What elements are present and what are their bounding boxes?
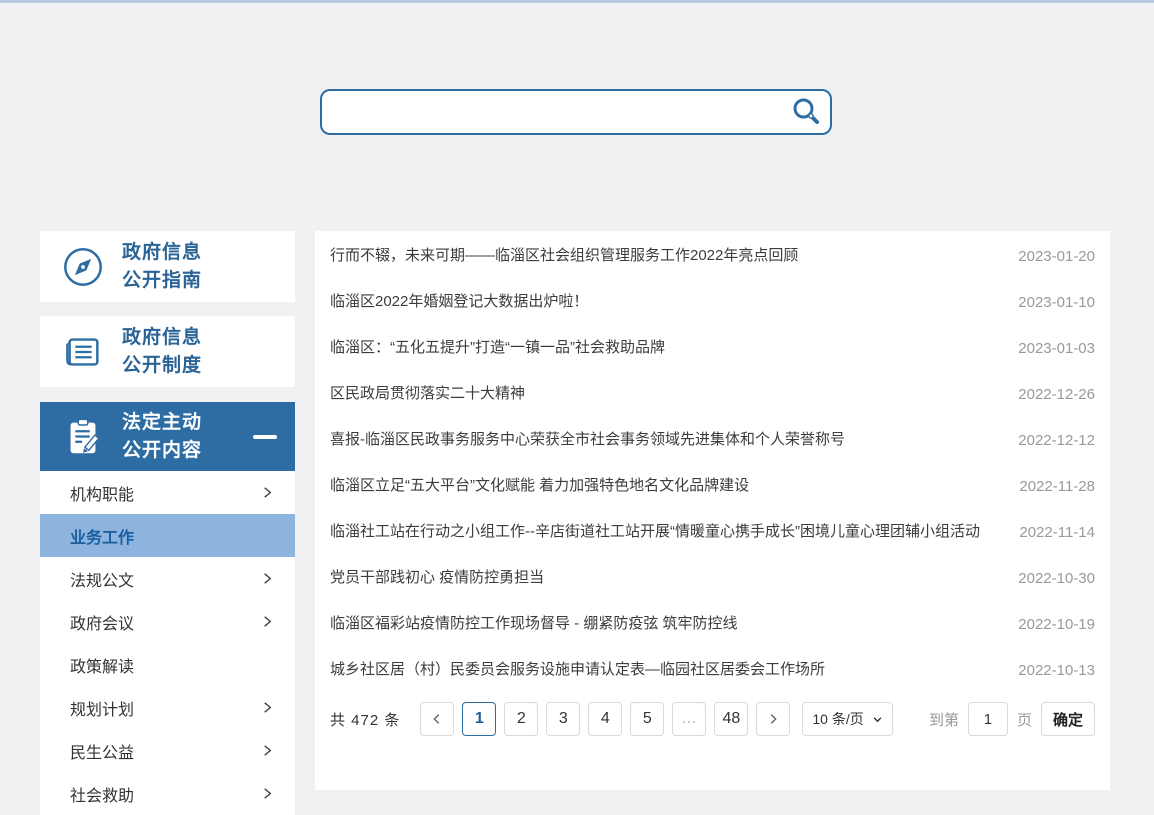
chevron-right-icon [260, 614, 275, 629]
article-row[interactable]: 临淄区福彩站疫情防控工作现场督导 - 绷紧防疫弦 筑牢防控线 2022-10-1… [330, 601, 1095, 647]
article-title[interactable]: 城乡社区居（村）民委员会服务设施申请认定表—临园社区居委会工作场所 [330, 647, 1003, 693]
page-size-select[interactable]: 10 条/页 [802, 702, 893, 736]
article-row[interactable]: 城乡社区居（村）民委员会服务设施申请认定表—临园社区居委会工作场所 2022-1… [330, 647, 1095, 693]
confirm-button[interactable]: 确定 [1040, 702, 1095, 736]
submenu-label: 规划计划 [70, 701, 135, 719]
article-title[interactable]: 临淄社工站在行动之小组工作--辛店街道社工站开展“情暖童心携手成长”困境儿童心理… [330, 509, 1003, 555]
search-button[interactable] [789, 95, 823, 129]
goto-page-label: 到第 [928, 711, 959, 729]
article-row[interactable]: 临淄区2022年婚姻登记大数据出炉啦！ 2023-01-10 [330, 279, 1095, 325]
sidebar-item-statutory-disclosure[interactable]: 法定主动 公开内容 [40, 402, 295, 471]
magnifier-icon [790, 96, 822, 128]
article-list-panel: 行而不辍，未来可期——临淄区社会组织管理服务工作2022年亮点回顾 2023-0… [315, 231, 1110, 790]
article-date: 2022-11-14 [1019, 523, 1095, 541]
sidebar-submenu: 机构职能 业务工作 法规公文 政府会议 政策解读 规划计划 民生公益 社会救助 [40, 471, 295, 815]
sidebar-item-label: 法定主动 公开内容 [122, 411, 203, 461]
page-size-value: 10 条/页 [812, 711, 864, 727]
submenu-label: 机构职能 [70, 486, 135, 504]
article-row[interactable]: 临淄区：“五化五提升”打造“一镇一品”社会救助品牌 2023-01-03 [330, 325, 1095, 371]
total-count-label: 共 472 条 [330, 711, 401, 729]
goto-page-unit: 页 [1016, 711, 1032, 729]
submenu-item-business-work[interactable]: 业务工作 [40, 514, 295, 557]
sidebar-item-gov-info-system[interactable]: 政府信息 公开制度 [40, 316, 295, 387]
page-button-2[interactable]: 2 [504, 702, 539, 736]
article-row[interactable]: 区民政局贯彻落实二十大精神 2022-12-26 [330, 371, 1095, 417]
compass-icon [60, 244, 106, 290]
article-title[interactable]: 行而不辍，未来可期——临淄区社会组织管理服务工作2022年亮点回顾 [330, 233, 1003, 279]
submenu-item-planning[interactable]: 规划计划 [40, 686, 295, 729]
submenu-label: 社会救助 [70, 787, 135, 805]
chevron-right-icon [260, 571, 275, 586]
submenu-label: 业务工作 [70, 529, 135, 547]
clipboard-pencil-icon [60, 414, 106, 460]
article-date: 2023-01-10 [1018, 293, 1095, 311]
article-date: 2022-12-12 [1018, 431, 1095, 449]
top-strip [0, 0, 1154, 3]
page-ellipsis-button[interactable]: … [672, 702, 707, 736]
chevron-right-icon [260, 743, 275, 758]
chevron-right-icon [260, 700, 275, 715]
page-button-3[interactable]: 3 [546, 702, 581, 736]
article-row[interactable]: 临淄社工站在行动之小组工作--辛店街道社工站开展“情暖童心携手成长”困境儿童心理… [330, 509, 1095, 555]
chevron-down-icon [872, 714, 883, 725]
next-page-button[interactable] [756, 702, 791, 736]
article-date: 2022-10-13 [1018, 661, 1095, 679]
submenu-item-social-assistance[interactable]: 社会救助 [40, 772, 295, 815]
page-button-1[interactable]: 1 [462, 702, 497, 736]
article-title[interactable]: 临淄区2022年婚姻登记大数据出炉啦！ [330, 279, 1003, 325]
article-title[interactable]: 喜报-临淄区民政事务服务中心荣获全市社会事务领域先进集体和个人荣誉称号 [330, 417, 1003, 463]
minus-icon[interactable] [253, 434, 277, 439]
submenu-item-organization[interactable]: 机构职能 [40, 471, 295, 514]
article-row[interactable]: 临淄区立足“五大平台”文化赋能 着力加强特色地名文化品牌建设 2022-11-2… [330, 463, 1095, 509]
article-date: 2022-10-30 [1018, 569, 1095, 587]
page-button-5[interactable]: 5 [630, 702, 665, 736]
sidebar-item-label: 政府信息 公开制度 [122, 326, 203, 376]
submenu-label: 政策解读 [70, 658, 135, 676]
article-title[interactable]: 临淄区福彩站疫情防控工作现场督导 - 绷紧防疫弦 筑牢防控线 [330, 601, 1003, 647]
pagination-bar: 共 472 条 1 2 3 4 5 … 48 10 条/页 到第 页 [330, 702, 1095, 736]
article-date: 2022-10-19 [1018, 615, 1095, 633]
article-date: 2023-01-20 [1018, 247, 1095, 265]
goto-page-group: 到第 页 确定 [929, 702, 1095, 736]
prev-page-button[interactable] [420, 702, 455, 736]
article-row[interactable]: 党员干部践初心 疫情防控勇担当 2022-10-30 [330, 555, 1095, 601]
article-title[interactable]: 临淄区：“五化五提升”打造“一镇一品”社会救助品牌 [330, 325, 1003, 371]
page-button-48[interactable]: 48 [714, 702, 749, 736]
submenu-label: 法规公文 [70, 572, 135, 590]
submenu-label: 民生公益 [70, 744, 135, 762]
chevron-left-icon [430, 712, 444, 726]
chevron-right-icon [260, 485, 275, 500]
goto-page-input[interactable] [967, 702, 1008, 736]
search-box [320, 89, 832, 135]
article-title[interactable]: 党员干部践初心 疫情防控勇担当 [330, 555, 1003, 601]
page-button-4[interactable]: 4 [588, 702, 623, 736]
document-icon [60, 329, 106, 375]
sidebar-item-label: 政府信息 公开指南 [122, 241, 203, 291]
submenu-item-regulations[interactable]: 法规公文 [40, 557, 295, 600]
article-title[interactable]: 区民政局贯彻落实二十大精神 [330, 371, 1003, 417]
search-input[interactable] [322, 91, 789, 133]
sidebar-item-gov-info-guide[interactable]: 政府信息 公开指南 [40, 231, 295, 302]
article-date: 2023-01-03 [1018, 339, 1095, 357]
article-date: 2022-12-26 [1018, 385, 1095, 403]
article-row[interactable]: 喜报-临淄区民政事务服务中心荣获全市社会事务领域先进集体和个人荣誉称号 2022… [330, 417, 1095, 463]
article-row[interactable]: 行而不辍，未来可期——临淄区社会组织管理服务工作2022年亮点回顾 2023-0… [330, 233, 1095, 279]
article-title[interactable]: 临淄区立足“五大平台”文化赋能 着力加强特色地名文化品牌建设 [330, 463, 1003, 509]
sidebar: 政府信息 公开指南 政府信息 公开制度 法定主动 公开内容 机构职能 业务工作 … [40, 231, 295, 815]
submenu-item-policy-interpretation[interactable]: 政策解读 [40, 643, 295, 686]
submenu-item-gov-meetings[interactable]: 政府会议 [40, 600, 295, 643]
submenu-label: 政府会议 [70, 615, 135, 633]
article-date: 2022-11-28 [1019, 477, 1095, 495]
chevron-right-icon [766, 712, 780, 726]
submenu-item-livelihood[interactable]: 民生公益 [40, 729, 295, 772]
